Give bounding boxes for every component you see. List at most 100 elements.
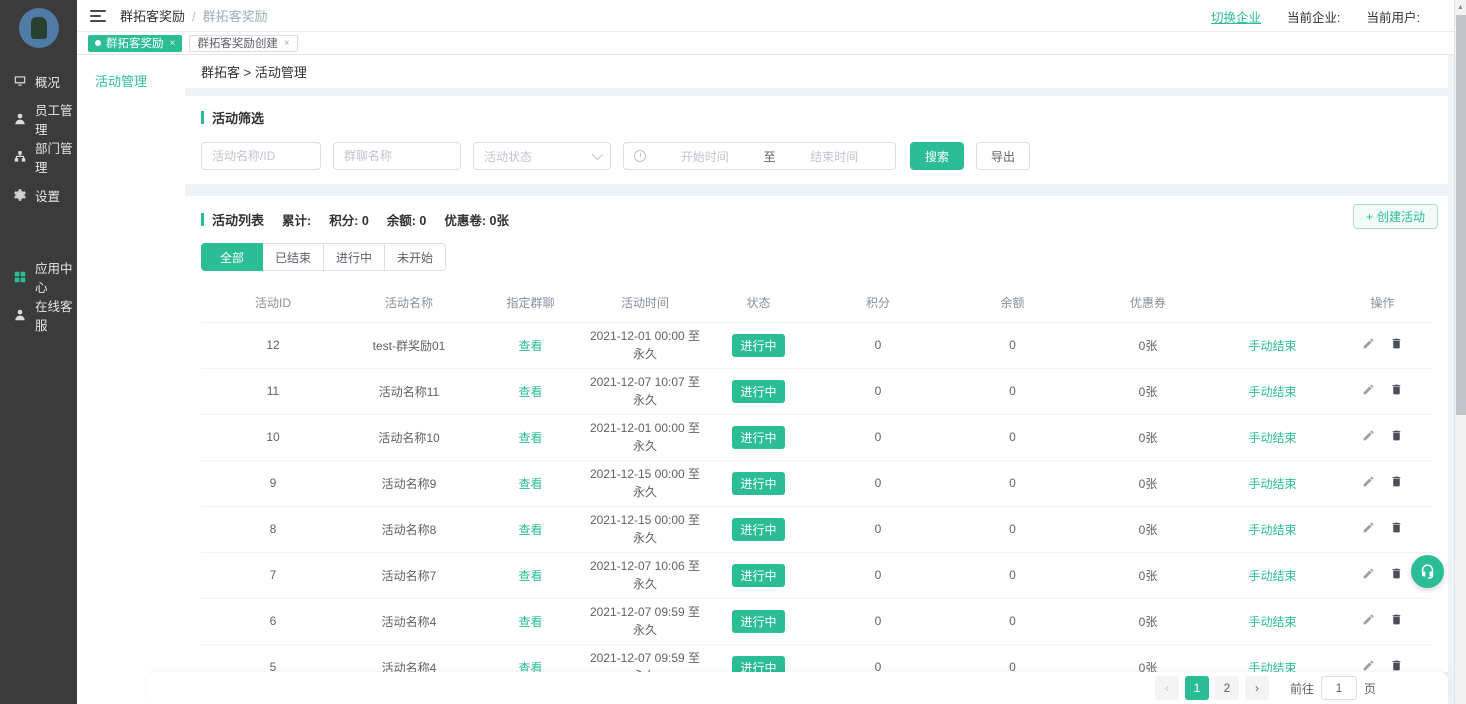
- edit-icon[interactable]: [1362, 521, 1375, 534]
- cell-activity-name: 活动名称8: [345, 506, 473, 552]
- cell-activity-id: 10: [201, 414, 345, 460]
- view-link[interactable]: 查看: [518, 477, 542, 491]
- close-icon[interactable]: ×: [284, 38, 290, 49]
- view-link[interactable]: 查看: [518, 523, 542, 537]
- edit-icon[interactable]: [1362, 337, 1375, 350]
- delete-icon[interactable]: [1390, 337, 1403, 350]
- page-breadcrumb: 群拓客 > 活动管理: [185, 55, 1448, 88]
- delete-icon[interactable]: [1390, 613, 1403, 626]
- edit-icon[interactable]: [1362, 567, 1375, 580]
- cell-coupon: 0张: [1084, 414, 1212, 460]
- secondary-sidebar: 活动管理: [77, 55, 185, 704]
- view-link[interactable]: 查看: [518, 431, 542, 445]
- manual-end-link[interactable]: 手动结束: [1248, 385, 1296, 399]
- manual-end-link[interactable]: 手动结束: [1248, 477, 1296, 491]
- sidebar-item-department[interactable]: 部门管理: [0, 138, 77, 176]
- status-tab-not-started[interactable]: 未开始: [384, 243, 446, 271]
- cell-balance: 0: [941, 460, 1084, 506]
- tab-qtk-reward[interactable]: 群拓客奖励 ×: [88, 35, 182, 52]
- manual-end-link[interactable]: 手动结束: [1248, 523, 1296, 537]
- cell-activity-name: test-群奖励01: [345, 322, 473, 368]
- cell-coupon: 0张: [1084, 506, 1212, 552]
- sidebar-item-app-center[interactable]: 应用中心: [0, 258, 77, 296]
- pagination: ‹ 1 2 › 前往 页: [1152, 676, 1376, 700]
- page-button-2[interactable]: 2: [1215, 676, 1239, 700]
- next-page-button[interactable]: ›: [1245, 676, 1269, 700]
- manual-end-link[interactable]: 手动结束: [1248, 431, 1296, 445]
- table-body: 12 test-群奖励01 查看 2021-12-01 00:00 至永久 进行…: [201, 322, 1432, 690]
- sidebar-item-online-support[interactable]: 在线客服: [0, 296, 77, 334]
- cell-activity-name: 活动名称4: [345, 598, 473, 644]
- cell-points: 0: [815, 414, 941, 460]
- cell-activity-id: 9: [201, 460, 345, 506]
- cell-balance: 0: [941, 598, 1084, 644]
- current-user-label: 当前用户:: [1367, 7, 1420, 26]
- cell-time-start: 2021-12-07 09:59 至: [588, 649, 702, 667]
- summary-label: 累计:: [282, 210, 311, 229]
- activity-name-input[interactable]: [201, 142, 321, 170]
- scrollbar-thumb[interactable]: [1456, 15, 1466, 415]
- delete-icon[interactable]: [1390, 567, 1403, 580]
- sidebar-item-label: 设置: [35, 186, 60, 205]
- menu-collapse-icon[interactable]: [90, 10, 106, 22]
- switch-company-link[interactable]: 切换企业: [1211, 7, 1261, 26]
- start-time-placeholder[interactable]: 开始时间: [654, 148, 756, 165]
- scroll-up-icon[interactable]: ▲: [1455, 0, 1466, 15]
- page-button-1[interactable]: 1: [1185, 676, 1209, 700]
- edit-icon[interactable]: [1362, 659, 1375, 672]
- view-link[interactable]: 查看: [518, 615, 542, 629]
- customer-service-button[interactable]: [1411, 555, 1444, 588]
- status-badge: 进行中: [732, 472, 784, 495]
- edit-icon[interactable]: [1362, 475, 1375, 488]
- manual-end-link[interactable]: 手动结束: [1248, 615, 1296, 629]
- edit-icon[interactable]: [1362, 383, 1375, 396]
- sidebar-item-staff[interactable]: 员工管理: [0, 100, 77, 138]
- manual-end-link[interactable]: 手动结束: [1248, 339, 1296, 353]
- sidebar-item-settings[interactable]: 设置: [0, 176, 77, 214]
- prev-page-button[interactable]: ‹: [1155, 676, 1179, 700]
- headset-icon: [1419, 563, 1436, 580]
- search-button[interactable]: 搜索: [910, 142, 964, 170]
- breadcrumb-root[interactable]: 群拓客奖励: [120, 9, 185, 24]
- edit-icon[interactable]: [1362, 429, 1375, 442]
- cell-time-end: 永久: [588, 437, 702, 455]
- top-header: 群拓客奖励/群拓客奖励 切换企业 当前企业: 当前用户:: [77, 0, 1454, 32]
- export-button[interactable]: 导出: [976, 142, 1030, 170]
- view-link[interactable]: 查看: [518, 385, 542, 399]
- table-row: 9 活动名称9 查看 2021-12-15 00:00 至永久 进行中 0 0 …: [201, 460, 1432, 506]
- cell-points: 0: [815, 460, 941, 506]
- status-tab-all[interactable]: 全部: [201, 243, 263, 271]
- goto-label: 前往: [1290, 680, 1314, 697]
- status-tab-ended[interactable]: 已结束: [262, 243, 324, 271]
- manual-end-link[interactable]: 手动结束: [1248, 569, 1296, 583]
- sidebar-item-activity-management[interactable]: 活动管理: [77, 55, 185, 90]
- vertical-scrollbar[interactable]: ▲: [1454, 0, 1466, 704]
- goto-page-input[interactable]: [1321, 676, 1357, 700]
- status-badge: 进行中: [732, 610, 784, 633]
- close-icon[interactable]: ×: [170, 38, 176, 49]
- view-link[interactable]: 查看: [518, 569, 542, 583]
- delete-icon[interactable]: [1390, 475, 1403, 488]
- cell-time-end: 永久: [588, 621, 702, 639]
- end-time-placeholder[interactable]: 结束时间: [784, 148, 886, 165]
- tab-label: 群拓客奖励: [106, 35, 164, 51]
- delete-icon[interactable]: [1390, 383, 1403, 396]
- delete-icon[interactable]: [1390, 521, 1403, 534]
- delete-icon[interactable]: [1390, 659, 1403, 672]
- tab-qtk-reward-create[interactable]: 群拓客奖励创建 ×: [189, 35, 297, 52]
- cell-time-start: 2021-12-15 00:00 至: [588, 511, 702, 529]
- view-link[interactable]: 查看: [518, 339, 542, 353]
- edit-icon[interactable]: [1362, 613, 1375, 626]
- status-tab-ongoing[interactable]: 进行中: [323, 243, 385, 271]
- sidebar-item-overview[interactable]: 概况: [0, 62, 77, 100]
- cell-balance: 0: [941, 506, 1084, 552]
- date-range-picker[interactable]: 开始时间 至 结束时间: [623, 142, 896, 170]
- activity-status-select[interactable]: 活动状态: [473, 142, 611, 170]
- cell-time-start: 2021-12-07 09:59 至: [588, 603, 702, 621]
- cell-time-end: 永久: [588, 391, 702, 409]
- group-name-input[interactable]: [333, 142, 461, 170]
- avatar[interactable]: [19, 8, 59, 48]
- delete-icon[interactable]: [1390, 429, 1403, 442]
- create-activity-button[interactable]: + 创建活动: [1353, 204, 1438, 229]
- summary-coupon: 优惠卷: 0张: [444, 210, 509, 229]
